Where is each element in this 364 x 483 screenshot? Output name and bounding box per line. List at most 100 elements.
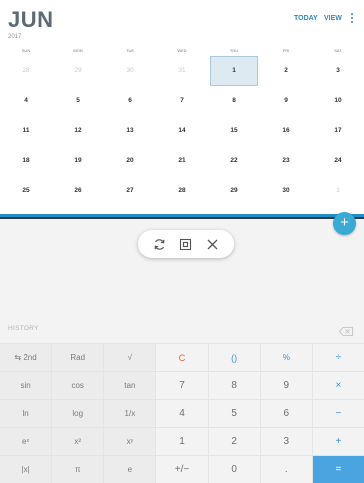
abs-key[interactable]: |x|	[0, 456, 52, 483]
day-cell[interactable]: 29	[52, 56, 104, 86]
week-row: 28 29 30 31 1 2 3	[0, 56, 364, 86]
day-cell[interactable]: 25	[0, 176, 52, 206]
add-event-button[interactable]: +	[333, 212, 356, 235]
split-screen-controls	[138, 230, 234, 258]
day-cell[interactable]: 27	[104, 176, 156, 206]
day-cell[interactable]: 8	[208, 86, 260, 116]
day-number: 22	[230, 157, 238, 164]
reciprocal-key[interactable]: 1/x	[104, 400, 156, 427]
decimal-key[interactable]: .	[260, 456, 312, 483]
equals-key[interactable]: =	[312, 456, 364, 483]
day-cell[interactable]: 30	[104, 56, 156, 86]
backspace-icon[interactable]	[338, 323, 353, 336]
digit-4-key[interactable]: 4	[156, 400, 208, 427]
digit-7-key[interactable]: 7	[156, 372, 208, 399]
day-cell[interactable]: 19	[52, 146, 104, 176]
day-cell[interactable]: 18	[0, 146, 52, 176]
sign-key[interactable]: +/−	[156, 456, 208, 483]
weekday-label: THU	[229, 48, 239, 53]
history-label[interactable]: HISTORY	[8, 325, 39, 332]
day-number: 29	[230, 187, 238, 194]
day-cell[interactable]: 24	[312, 146, 364, 176]
swap-icon[interactable]	[152, 237, 166, 251]
week-row: 18 19 20 21 22 23 24	[0, 146, 364, 176]
power-key[interactable]: xʸ	[104, 428, 156, 455]
day-number: 11	[22, 127, 30, 134]
day-number: 8	[232, 97, 236, 104]
day-cell[interactable]: 11	[0, 116, 52, 146]
view-button[interactable]: VIEW	[324, 15, 342, 22]
cos-key[interactable]: cos	[52, 372, 104, 399]
sin-key[interactable]: sin	[0, 372, 52, 399]
ln-key[interactable]: ln	[0, 400, 52, 427]
add-key[interactable]: +	[312, 428, 364, 455]
day-cell[interactable]: 29	[208, 176, 260, 206]
2nd-key[interactable]: ⇆ 2nd	[0, 344, 52, 371]
more-options-icon[interactable]	[349, 12, 355, 26]
digit-5-key[interactable]: 5	[208, 400, 260, 427]
digit-1-key[interactable]: 1	[156, 428, 208, 455]
digit-8-key[interactable]: 8	[208, 372, 260, 399]
weekday-label: WED	[177, 48, 187, 53]
day-cell[interactable]: 2	[260, 56, 312, 86]
popup-view-icon[interactable]	[179, 237, 193, 251]
day-cell[interactable]: 17	[312, 116, 364, 146]
digit-6-key[interactable]: 6	[260, 400, 312, 427]
weekday-label: SAT	[334, 48, 342, 53]
day-number: 27	[126, 187, 134, 194]
week-row: 25 26 27 28 29 30 1	[0, 176, 364, 206]
today-button[interactable]: TODAY	[294, 15, 318, 22]
multiply-key[interactable]: ×	[312, 372, 364, 399]
day-cell[interactable]: 6	[104, 86, 156, 116]
rad-key[interactable]: Rad	[52, 344, 104, 371]
tan-key[interactable]: tan	[104, 372, 156, 399]
close-icon[interactable]	[206, 237, 220, 251]
day-cell[interactable]: 30	[260, 176, 312, 206]
divide-key[interactable]: ÷	[312, 344, 364, 371]
day-number: 14	[178, 127, 186, 134]
day-cell[interactable]: 26	[52, 176, 104, 206]
day-number: 7	[180, 97, 184, 104]
euler-key[interactable]: e	[104, 456, 156, 483]
day-cell[interactable]: 9	[260, 86, 312, 116]
day-cell[interactable]: 28	[0, 56, 52, 86]
day-cell[interactable]: 1	[312, 176, 364, 206]
day-cell[interactable]: 21	[156, 146, 208, 176]
day-cell[interactable]: 14	[156, 116, 208, 146]
log-key[interactable]: log	[52, 400, 104, 427]
day-cell[interactable]: 7	[156, 86, 208, 116]
subtract-key[interactable]: −	[312, 400, 364, 427]
percent-key[interactable]: %	[260, 344, 312, 371]
day-cell[interactable]: 31	[156, 56, 208, 86]
day-cell[interactable]: 13	[104, 116, 156, 146]
day-number: 21	[178, 157, 186, 164]
day-cell[interactable]: 4	[0, 86, 52, 116]
day-cell[interactable]: 22	[208, 146, 260, 176]
digit-2-key[interactable]: 2	[208, 428, 260, 455]
day-cell[interactable]: 3	[312, 56, 364, 86]
year-label: 2017	[8, 34, 22, 40]
day-cell-today[interactable]: 1	[208, 56, 260, 86]
day-cell[interactable]: 12	[52, 116, 104, 146]
digit-3-key[interactable]: 3	[260, 428, 312, 455]
day-number: 25	[22, 187, 30, 194]
day-cell[interactable]: 20	[104, 146, 156, 176]
day-cell[interactable]: 5	[52, 86, 104, 116]
exp-key[interactable]: eˣ	[0, 428, 52, 455]
month-title[interactable]: JUN	[8, 9, 54, 31]
day-cell[interactable]: 23	[260, 146, 312, 176]
square-key[interactable]: x²	[52, 428, 104, 455]
sqrt-key[interactable]: √	[104, 344, 156, 371]
day-number: 28	[178, 187, 186, 194]
day-cell[interactable]: 16	[260, 116, 312, 146]
digit-0-key[interactable]: 0	[208, 456, 260, 483]
clear-key[interactable]: C	[156, 344, 208, 371]
day-number: 20	[126, 157, 134, 164]
day-cell[interactable]: 15	[208, 116, 260, 146]
digit-9-key[interactable]: 9	[260, 372, 312, 399]
day-cell[interactable]: 28	[156, 176, 208, 206]
weekday-label: TUE	[126, 48, 134, 53]
day-cell[interactable]: 10	[312, 86, 364, 116]
parentheses-key[interactable]: ()	[208, 344, 260, 371]
pi-key[interactable]: π	[52, 456, 104, 483]
